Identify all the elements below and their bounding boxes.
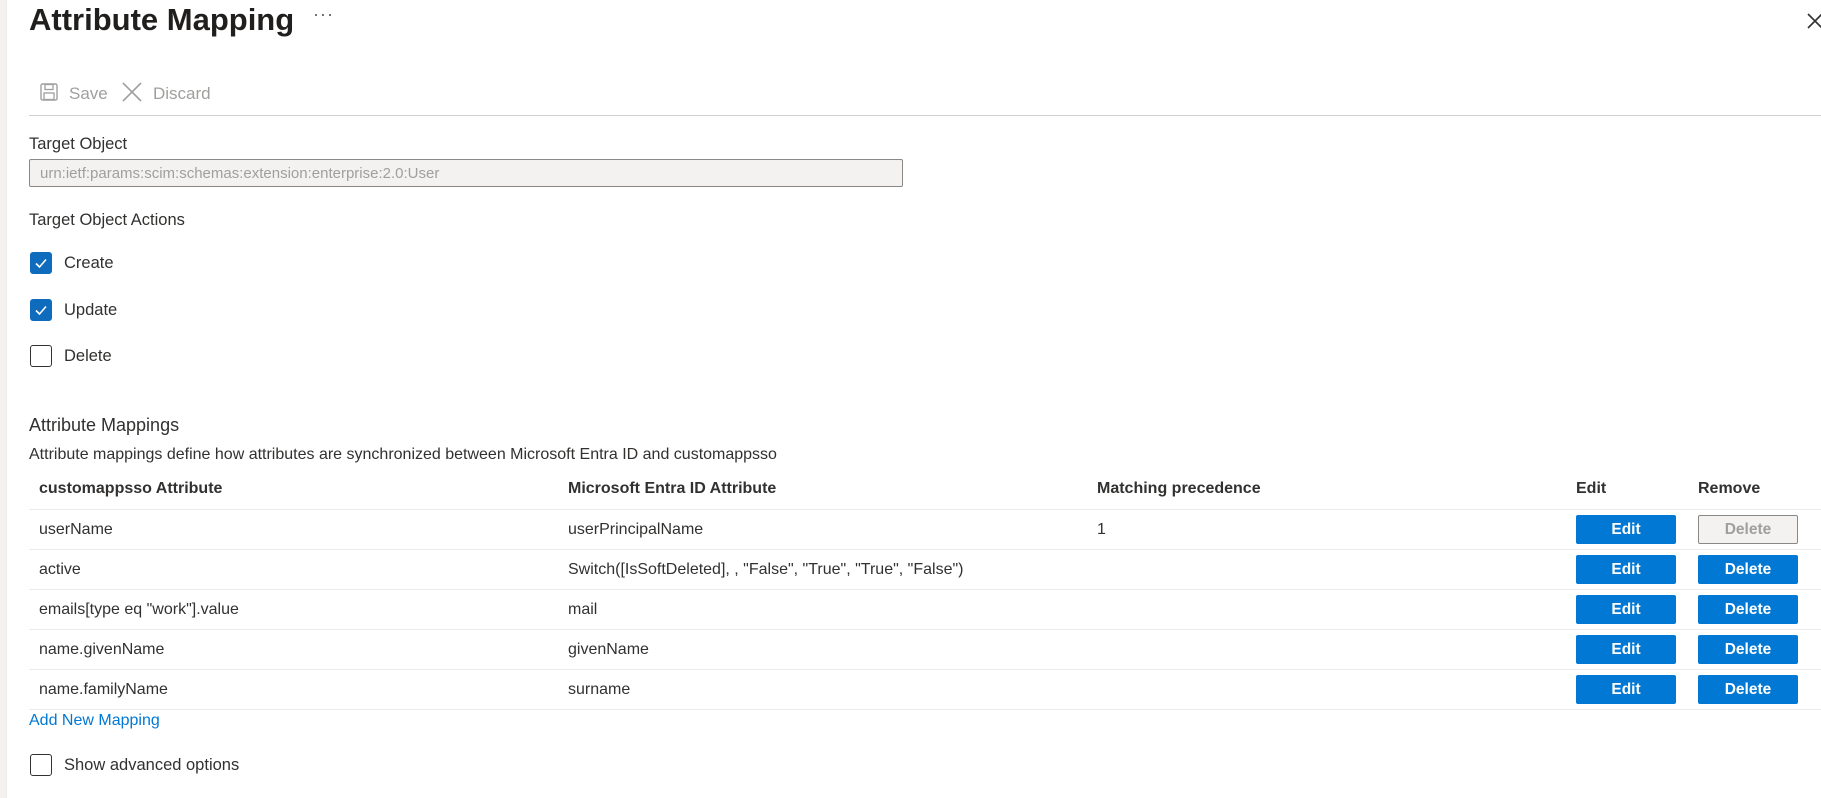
source-attribute-cell: Switch([IsSoftDeleted], , "False", "True… <box>568 560 964 578</box>
save-label: Save <box>69 84 108 103</box>
edit-button[interactable]: Edit <box>1576 555 1676 584</box>
delete-button-disabled: Delete <box>1698 515 1798 544</box>
checkbox-label: Delete <box>64 346 112 365</box>
table-row: userName userPrincipalName 1 Edit Delete <box>29 510 1821 550</box>
delete-button[interactable]: Delete <box>1698 635 1798 664</box>
column-header-edit: Edit <box>1576 480 1607 497</box>
toolbar-divider <box>29 115 1821 116</box>
checkbox-label: Update <box>64 300 118 319</box>
edit-cell: Edit <box>1576 550 1676 589</box>
source-attribute-cell: mail <box>568 600 598 618</box>
delete-button[interactable]: Delete <box>1698 555 1798 584</box>
table-row: name.givenName givenName Edit Delete <box>29 630 1821 670</box>
delete-button[interactable]: Delete <box>1698 675 1798 704</box>
left-panel-edge <box>0 0 7 798</box>
source-attribute-cell: surname <box>568 680 631 698</box>
edit-cell: Edit <box>1576 630 1676 669</box>
edit-button[interactable]: Edit <box>1576 635 1676 664</box>
precedence-cell: 1 <box>1097 520 1106 538</box>
target-attribute-cell[interactable]: active <box>39 550 81 589</box>
remove-cell: Delete <box>1698 550 1798 589</box>
attribute-mappings-table: customappsso Attribute Microsoft Entra I… <box>29 469 1821 710</box>
target-attribute-cell[interactable]: name.familyName <box>39 670 168 709</box>
check-icon <box>35 258 47 269</box>
source-attribute-cell: userPrincipalName <box>568 520 704 538</box>
target-attribute-cell[interactable]: userName <box>39 510 113 549</box>
checkbox-label: Show advanced options <box>64 755 240 774</box>
edit-button[interactable]: Edit <box>1576 675 1676 704</box>
table-row: name.familyName surname Edit Delete <box>29 670 1821 710</box>
attribute-mappings-description: Attribute mappings define how attributes… <box>29 446 777 463</box>
save-button[interactable]: Save <box>39 80 108 108</box>
edit-cell: Edit <box>1576 670 1676 709</box>
delete-button[interactable]: Delete <box>1698 595 1798 624</box>
discard-label: Discard <box>153 84 211 103</box>
source-attribute-cell: givenName <box>568 640 649 658</box>
target-object-field: urn:ietf:params:scim:schemas:extension:e… <box>29 159 903 187</box>
edit-button[interactable]: Edit <box>1576 515 1676 544</box>
target-object-actions-label: Target Object Actions <box>29 211 185 229</box>
edit-cell: Edit <box>1576 590 1676 629</box>
table-row: emails[type eq "work"].value mail Edit D… <box>29 590 1821 630</box>
more-options-icon[interactable]: ··· <box>313 4 334 25</box>
column-header-remove: Remove <box>1698 480 1761 497</box>
checkbox-label: Create <box>64 253 114 272</box>
action-create-checkbox[interactable]: Create <box>30 252 114 274</box>
checkbox-checked[interactable] <box>30 299 52 321</box>
remove-cell: Delete <box>1698 590 1798 629</box>
table-header: customappsso Attribute Microsoft Entra I… <box>29 469 1821 510</box>
remove-cell: Delete <box>1698 670 1798 709</box>
column-header-target-attribute: customappsso Attribute <box>39 480 223 497</box>
checkbox-unchecked[interactable] <box>30 754 52 776</box>
action-delete-checkbox[interactable]: Delete <box>30 345 112 367</box>
discard-button[interactable]: Discard <box>121 80 211 108</box>
table-row: active Switch([IsSoftDeleted], , "False"… <box>29 550 1821 590</box>
discard-icon <box>121 81 153 108</box>
action-update-checkbox[interactable]: Update <box>30 299 117 321</box>
edit-button[interactable]: Edit <box>1576 595 1676 624</box>
target-attribute-cell[interactable]: emails[type eq "work"].value <box>39 590 239 629</box>
column-header-source-attribute: Microsoft Entra ID Attribute <box>568 480 777 497</box>
checkbox-checked[interactable] <box>30 252 52 274</box>
save-icon <box>39 82 69 107</box>
show-advanced-options-checkbox[interactable]: Show advanced options <box>30 754 239 776</box>
edit-cell: Edit <box>1576 510 1676 549</box>
remove-cell: Delete <box>1698 630 1798 669</box>
attribute-mappings-title: Attribute Mappings <box>29 415 180 435</box>
column-header-matching-precedence: Matching precedence <box>1097 480 1261 497</box>
add-new-mapping-link[interactable]: Add New Mapping <box>29 712 160 730</box>
page-title: Attribute Mapping <box>29 2 295 37</box>
remove-cell: Delete <box>1698 510 1798 549</box>
checkbox-unchecked[interactable] <box>30 345 52 367</box>
close-icon[interactable] <box>1804 6 1821 34</box>
target-object-label: Target Object <box>29 135 128 153</box>
check-icon <box>35 305 47 316</box>
target-attribute-cell[interactable]: name.givenName <box>39 630 164 669</box>
